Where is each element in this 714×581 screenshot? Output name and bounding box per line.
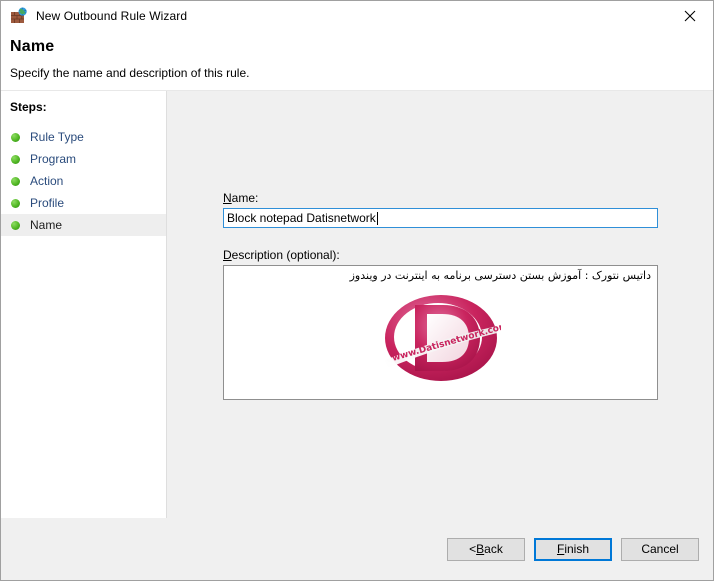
sidebar-item-program[interactable]: Program	[1, 148, 166, 170]
steps-sidebar: Steps: Rule Type Program Action Profile …	[1, 91, 167, 518]
sidebar-item-profile[interactable]: Profile	[1, 192, 166, 214]
description-field-label: Description (optional):	[223, 248, 658, 262]
finish-label-post: inish	[564, 542, 590, 556]
wizard-window: New Outbound Rule Wizard Name Specify th…	[0, 0, 714, 581]
name-accesskey: N	[223, 191, 232, 205]
main-panel: Name: Block notepad Datisnetwork Descrip…	[167, 91, 713, 518]
description-accesskey: D	[223, 248, 232, 262]
sidebar-item-label: Action	[30, 174, 64, 188]
close-icon[interactable]	[667, 1, 713, 30]
title-bar: New Outbound Rule Wizard	[1, 1, 713, 32]
description-label-rest: escription (optional):	[231, 248, 340, 262]
firewall-globe-icon	[10, 7, 28, 25]
sidebar-item-action[interactable]: Action	[1, 170, 166, 192]
sidebar-item-label: Rule Type	[30, 130, 84, 144]
step-complete-icon	[11, 220, 20, 230]
page-subtitle: Specify the name and description of this…	[10, 66, 250, 80]
page-header: Name Specify the name and description of…	[1, 32, 713, 91]
finish-accesskey: F	[556, 542, 565, 556]
steps-heading: Steps:	[10, 100, 47, 114]
sidebar-item-name[interactable]: Name	[1, 214, 166, 236]
description-input[interactable]: داتیس نتورک : آموزش بستن دسترسی برنامه ب…	[223, 265, 658, 400]
step-complete-icon	[11, 176, 20, 186]
back-label-pre: <	[469, 542, 477, 556]
step-complete-icon	[11, 132, 20, 142]
sidebar-item-label: Program	[30, 152, 77, 166]
page-title: Name	[10, 38, 55, 55]
datisnetwork-logo: www.Datisnetwork.com	[381, 292, 501, 384]
window-title: New Outbound Rule Wizard	[36, 9, 188, 23]
step-complete-icon	[11, 154, 20, 164]
finish-button[interactable]: Finish	[534, 537, 612, 561]
sidebar-item-label: Name	[30, 218, 63, 232]
field-spacer	[223, 228, 658, 248]
back-accesskey: B	[476, 542, 485, 556]
back-label-post: ack	[484, 542, 503, 556]
body-split: Steps: Rule Type Program Action Profile …	[1, 91, 713, 518]
step-complete-icon	[11, 198, 20, 208]
sidebar-item-rule-type[interactable]: Rule Type	[1, 126, 166, 148]
cancel-button[interactable]: Cancel	[621, 537, 699, 561]
form-area: Name: Block notepad Datisnetwork Descrip…	[223, 191, 658, 400]
name-field-label: Name:	[223, 191, 658, 205]
name-input[interactable]: Block notepad Datisnetwork	[223, 208, 658, 228]
back-button[interactable]: < Back	[447, 537, 525, 561]
text-caret	[376, 211, 378, 225]
description-text: داتیس نتورک : آموزش بستن دسترسی برنامه ب…	[349, 269, 651, 282]
name-label-rest: ame:	[231, 191, 259, 205]
name-input-value: Block notepad Datisnetwork	[227, 211, 376, 225]
sidebar-item-label: Profile	[30, 196, 65, 210]
wizard-footer: < Back Finish Cancel	[1, 518, 713, 580]
